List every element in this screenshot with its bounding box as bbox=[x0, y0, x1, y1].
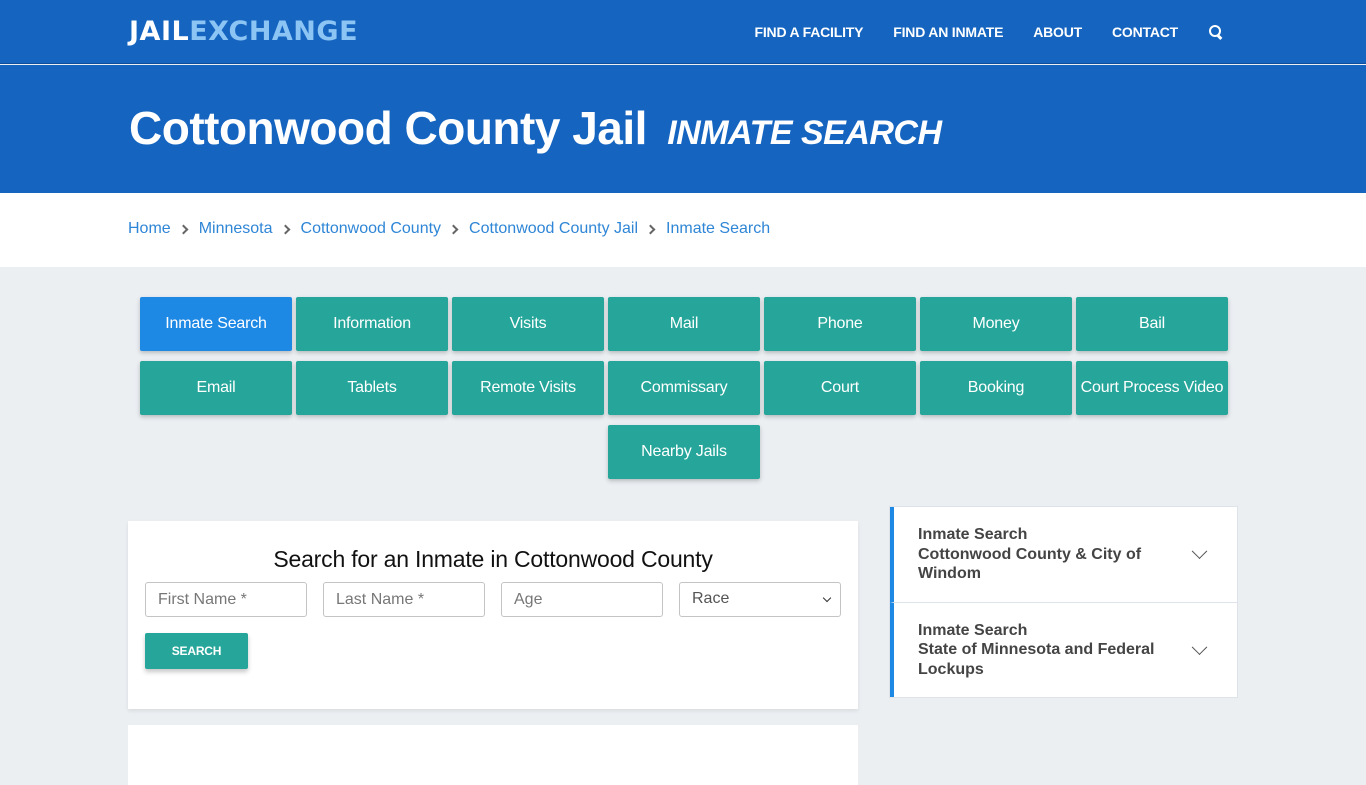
tile-remote-visits[interactable]: Remote Visits bbox=[452, 361, 604, 415]
breadcrumb-county[interactable]: Cottonwood County bbox=[301, 220, 442, 238]
page-title-text: Cottonwood County Jail bbox=[129, 102, 647, 154]
tile-tablets[interactable]: Tablets bbox=[296, 361, 448, 415]
search-form-title: Search for an Inmate in Cottonwood Count… bbox=[273, 546, 713, 572]
chevron-down-icon[interactable] bbox=[1191, 543, 1208, 560]
tile-mail[interactable]: Mail bbox=[608, 297, 760, 351]
tile-court[interactable]: Court bbox=[764, 361, 916, 415]
race-select-value: Race bbox=[692, 590, 730, 607]
hero-banner: Cottonwood County Jail INMATE SEARCH bbox=[0, 65, 1366, 193]
top-navbar: JAILEXCHANGE FIND A FACILITY FIND AN INM… bbox=[0, 0, 1366, 64]
page-subtitle: INMATE SEARCH bbox=[667, 114, 942, 152]
facility-menu: Inmate Search Information Visits Mail Ph… bbox=[139, 297, 1229, 479]
breadcrumb-home[interactable]: Home bbox=[128, 220, 171, 238]
tile-information[interactable]: Information bbox=[296, 297, 448, 351]
tile-inmate-search[interactable]: Inmate Search bbox=[140, 297, 292, 351]
nav-about[interactable]: ABOUT bbox=[1033, 24, 1082, 40]
tile-phone[interactable]: Phone bbox=[764, 297, 916, 351]
tile-visits[interactable]: Visits bbox=[452, 297, 604, 351]
nav-contact[interactable]: CONTACT bbox=[1112, 24, 1178, 40]
sidebar-accordion: Inmate Search Cottonwood County & City o… bbox=[889, 506, 1238, 698]
logo-text-jail: JAIL bbox=[129, 16, 190, 47]
chevron-down-icon[interactable] bbox=[1191, 639, 1208, 655]
breadcrumb-inmate-search[interactable]: Inmate Search bbox=[666, 220, 770, 238]
tile-money[interactable]: Money bbox=[920, 297, 1072, 351]
chevron-down-icon bbox=[822, 593, 832, 603]
breadcrumb-jail[interactable]: Cottonwood County Jail bbox=[469, 220, 638, 238]
tile-commissary[interactable]: Commissary bbox=[608, 361, 760, 415]
inmate-search-card: Search for an Inmate in Cottonwood Count… bbox=[128, 521, 858, 709]
search-button[interactable]: SEARCH bbox=[145, 633, 248, 669]
breadcrumb: Home Minnesota Cottonwood County Cottonw… bbox=[0, 193, 1366, 267]
tile-nearby-jails[interactable]: Nearby Jails bbox=[608, 425, 760, 479]
tile-court-process-video[interactable]: Court Process Video bbox=[1076, 361, 1228, 415]
last-name-input[interactable] bbox=[323, 582, 485, 617]
accordion-item-county-search[interactable]: Inmate Search Cottonwood County & City o… bbox=[890, 507, 1237, 602]
chevron-right-icon bbox=[280, 224, 290, 234]
race-select[interactable]: Race bbox=[679, 582, 841, 617]
chevron-right-icon bbox=[178, 224, 189, 234]
chevron-right-icon bbox=[645, 224, 656, 234]
page-title: Cottonwood County Jail INMATE SEARCH bbox=[129, 101, 942, 155]
site-logo[interactable]: JAILEXCHANGE bbox=[129, 16, 358, 47]
tile-bail[interactable]: Bail bbox=[1076, 297, 1228, 351]
tile-booking[interactable]: Booking bbox=[920, 361, 1072, 415]
first-name-input[interactable] bbox=[145, 582, 307, 617]
main-nav: FIND A FACILITY FIND AN INMATE ABOUT CON… bbox=[725, 0, 1224, 64]
tile-email[interactable]: Email bbox=[140, 361, 292, 415]
accordion-item-subtitle: State of Minnesota and Federal Lockups bbox=[918, 641, 1155, 678]
content-card bbox=[128, 725, 858, 785]
logo-text-exchange: EXCHANGE bbox=[189, 16, 359, 47]
accordion-item-title: Inmate Search bbox=[918, 526, 1028, 543]
breadcrumb-minnesota[interactable]: Minnesota bbox=[199, 220, 273, 238]
nav-find-a-facility[interactable]: FIND A FACILITY bbox=[755, 24, 864, 40]
chevron-right-icon bbox=[448, 224, 459, 234]
accordion-item-title: Inmate Search bbox=[918, 621, 1028, 639]
accordion-item-state-search[interactable]: Inmate Search State of Minnesota and Fed… bbox=[890, 601, 1237, 697]
age-input[interactable] bbox=[501, 582, 663, 617]
nav-find-an-inmate[interactable]: FIND AN INMATE bbox=[893, 24, 1003, 40]
search-icon[interactable] bbox=[1208, 24, 1224, 40]
accordion-item-subtitle: Cottonwood County & City of Windom bbox=[918, 545, 1142, 583]
